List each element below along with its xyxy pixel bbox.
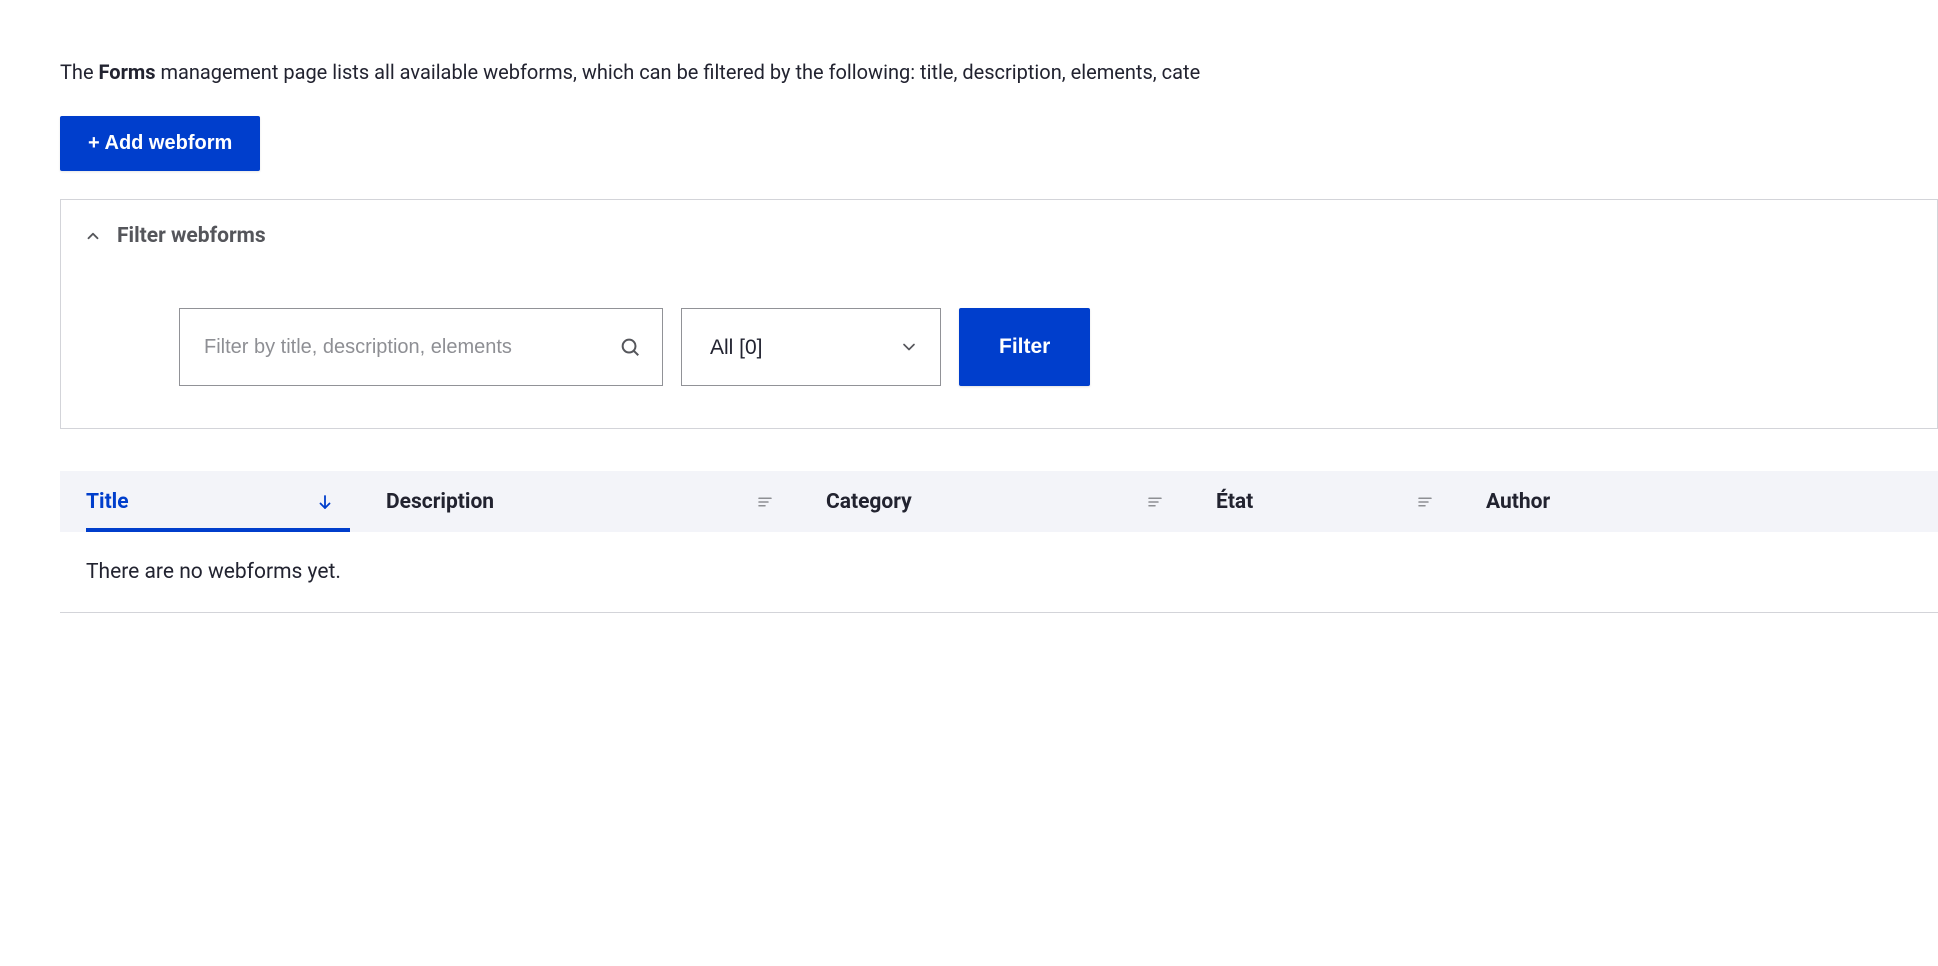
th-description[interactable]: Description [360,472,800,532]
search-input-wrapper [179,308,663,386]
filter-form-row: All [0] Filter [61,248,1937,386]
th-author[interactable]: Author [1460,472,1560,532]
th-category[interactable]: Category [800,472,1190,532]
th-etat[interactable]: État [1190,472,1460,532]
sort-icon [1146,493,1164,511]
table-header-row: Title Description Category État [60,471,1938,532]
th-title-label: Title [86,490,129,514]
category-select-wrapper: All [0] [681,308,941,386]
filter-search-input[interactable] [179,308,663,386]
th-category-label: Category [826,490,912,514]
category-select[interactable]: All [0] [681,308,941,386]
th-description-label: Description [386,490,494,514]
chevron-up-icon [83,226,103,246]
th-author-label: Author [1486,490,1550,514]
intro-bold: Forms [99,60,156,84]
th-title[interactable]: Title [60,472,360,532]
webforms-table: Title Description Category État [60,471,1938,613]
search-icon [619,336,641,358]
add-webform-button[interactable]: + Add webform [60,116,260,171]
intro-prefix: The [60,60,99,84]
sort-arrow-down-icon [316,493,334,511]
intro-suffix: management page lists all available webf… [156,60,1201,84]
filter-panel-summary[interactable]: Filter webforms [61,200,1937,248]
filter-webforms-panel: Filter webforms All [0] Filter [60,199,1938,429]
filter-panel-title: Filter webforms [117,224,266,248]
table-empty-row: There are no webforms yet. [60,532,1938,613]
intro-text: The Forms management page lists all avai… [60,60,1938,84]
sort-icon [1416,493,1434,511]
filter-submit-button[interactable]: Filter [959,308,1090,386]
sort-icon [756,493,774,511]
th-etat-label: État [1216,490,1253,514]
